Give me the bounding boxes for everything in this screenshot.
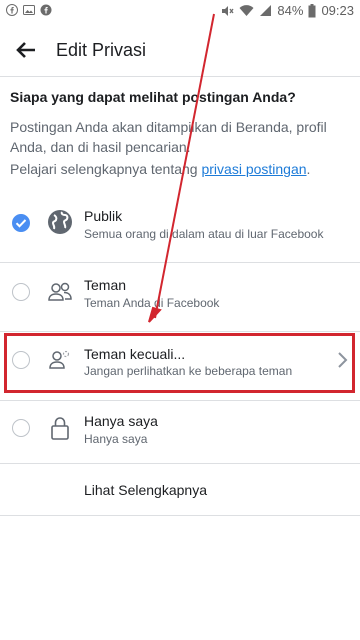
option-public[interactable]: Publik Semua orang di dalam atau di luar… — [0, 194, 360, 263]
image-icon — [23, 5, 35, 15]
lock-icon — [51, 417, 69, 440]
option-only-me[interactable]: Hanya saya Hanya saya — [0, 395, 360, 464]
friends-icon — [48, 282, 72, 301]
option-title: Hanya saya — [84, 413, 158, 429]
see-more-button[interactable]: Lihat Selengkapnya — [84, 482, 207, 498]
signal-icon — [260, 5, 272, 16]
facebook-icon — [6, 4, 18, 16]
mute-icon — [222, 5, 234, 16]
option-title: Teman — [84, 277, 127, 293]
radio-only-me[interactable] — [12, 419, 30, 437]
status-right: 84% 09:23 — [220, 3, 354, 18]
see-more-row[interactable]: Lihat Selengkapnya — [0, 464, 360, 516]
privacy-question: Siapa yang dapat melihat postingan Anda? — [10, 89, 296, 105]
annotation-highlight-box — [4, 333, 355, 393]
status-bar: 84% 09:23 — [0, 0, 360, 24]
battery-percent: 84% — [277, 3, 304, 18]
status-time: 09:23 — [321, 3, 354, 18]
learn-more-suffix: . — [306, 161, 311, 177]
option-subtitle: Teman Anda di Facebook — [84, 296, 220, 310]
battery-icon — [308, 3, 316, 17]
facebook-icon — [40, 4, 52, 16]
option-subtitle: Hanya saya — [84, 432, 148, 446]
radio-public[interactable] — [12, 214, 30, 232]
privacy-description: Postingan Anda akan ditampilkan di Beran… — [10, 119, 327, 155]
globe-icon — [48, 210, 72, 234]
privacy-post-link[interactable]: privasi postingan — [201, 161, 306, 177]
page-title: Edit Privasi — [56, 40, 147, 60]
radio-friends[interactable] — [12, 283, 30, 301]
option-friends[interactable]: Teman Teman Anda di Facebook — [0, 263, 360, 332]
wifi-icon — [239, 5, 254, 16]
status-left-icons — [6, 4, 52, 16]
back-arrow-icon — [16, 42, 35, 58]
option-title: Publik — [84, 208, 123, 224]
learn-more-text: Pelajari selengkapnya tentang privasi po… — [10, 161, 350, 177]
learn-more-prefix: Pelajari selengkapnya tentang — [10, 161, 202, 177]
checkmark-icon — [15, 219, 27, 228]
option-subtitle: Semua orang di dalam atau di luar Facebo… — [84, 227, 324, 241]
back-button[interactable] — [12, 36, 40, 64]
app-bar: Edit Privasi — [0, 24, 360, 77]
